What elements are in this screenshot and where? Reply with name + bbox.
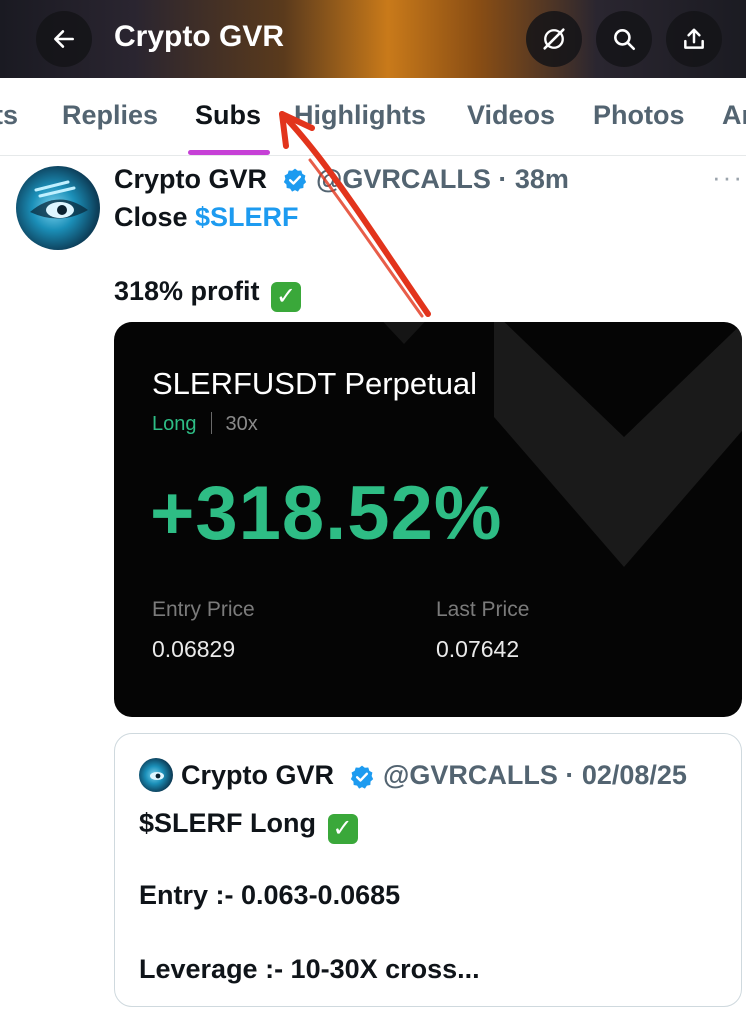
- trade-result-card[interactable]: SLERFUSDT Perpetual Long 30x +318.52% Ent…: [114, 322, 742, 717]
- back-arrow-icon: [54, 30, 74, 48]
- grok-icon: [543, 28, 565, 50]
- quoted-leverage-text: Leverage :- 10-30X cross...: [139, 954, 480, 984]
- tweet-text-prefix: Close: [114, 202, 196, 232]
- quoted-text-line1: $SLERF Long ✓: [139, 808, 358, 844]
- search-button[interactable]: [596, 11, 652, 67]
- tab-videos[interactable]: Videos: [467, 100, 555, 131]
- search-icon: [614, 29, 636, 51]
- tweet-author-name[interactable]: Crypto GVR: [114, 164, 267, 195]
- tweet-text-line2: 318% profit ✓: [114, 276, 302, 312]
- checkmark-emoji-icon: ✓: [271, 282, 302, 312]
- share-icon: [684, 28, 704, 49]
- quoted-entry-text: Entry :- 0.063-0.0685: [139, 880, 401, 910]
- profit-text: 318% profit: [114, 276, 260, 306]
- cashtag-link[interactable]: $SLERF: [195, 202, 299, 232]
- last-price-value: 0.07642: [436, 636, 520, 662]
- more-options-icon[interactable]: ···: [712, 162, 744, 193]
- back-button[interactable]: [36, 11, 92, 67]
- share-button[interactable]: [666, 11, 722, 67]
- tab-posts[interactable]: ts: [0, 100, 18, 131]
- position-leverage: 30x: [225, 413, 258, 435]
- last-price-label: Last Price: [436, 598, 530, 621]
- tab-highlights[interactable]: Highlights: [294, 100, 426, 131]
- pnl-percentage: +318.52%: [150, 471, 503, 556]
- quoted-tweet[interactable]: Crypto GVR @GVRCALLS · 02/08/25 $SLERF L…: [114, 733, 742, 1007]
- avatar-eye-icon: [30, 180, 88, 219]
- quoted-handle-date: @GVRCALLS · 02/08/25: [383, 760, 687, 790]
- quoted-call-text: $SLERF Long: [139, 808, 316, 838]
- position-side: Long: [152, 413, 197, 435]
- verified-badge-icon: [283, 168, 307, 192]
- card-pair-title: SLERFUSDT Perpetual: [152, 366, 478, 401]
- avatar[interactable]: [16, 166, 100, 250]
- header-title: Crypto GVR: [114, 20, 285, 53]
- tab-subs[interactable]: Subs: [195, 100, 261, 131]
- tab-replies[interactable]: Replies: [62, 100, 158, 131]
- entry-price-value: 0.06829: [152, 636, 236, 662]
- profile-header: Crypto GVR: [0, 0, 746, 78]
- quoted-avatar-eye-icon: [150, 772, 164, 780]
- quoted-avatar: [139, 758, 173, 792]
- card-position-info: Long 30x: [152, 412, 258, 436]
- quoted-author-name: Crypto GVR: [181, 760, 335, 790]
- tab-photos[interactable]: Photos: [593, 100, 685, 131]
- active-tab-indicator: [188, 150, 270, 155]
- entry-price-label: Entry Price: [152, 598, 255, 621]
- tab-articles[interactable]: Ar: [722, 100, 746, 131]
- grok-button[interactable]: [526, 11, 582, 67]
- tweet-handle-time[interactable]: @GVRCALLS · 38m: [316, 164, 569, 195]
- divider: [210, 412, 212, 434]
- tweet-text-line1: Close $SLERF: [114, 202, 299, 233]
- quoted-verified-badge-icon: [350, 765, 374, 789]
- profile-tabs: ts Replies Subs Highlights Videos Photos…: [0, 78, 746, 156]
- quoted-checkmark-emoji-icon: ✓: [327, 814, 358, 844]
